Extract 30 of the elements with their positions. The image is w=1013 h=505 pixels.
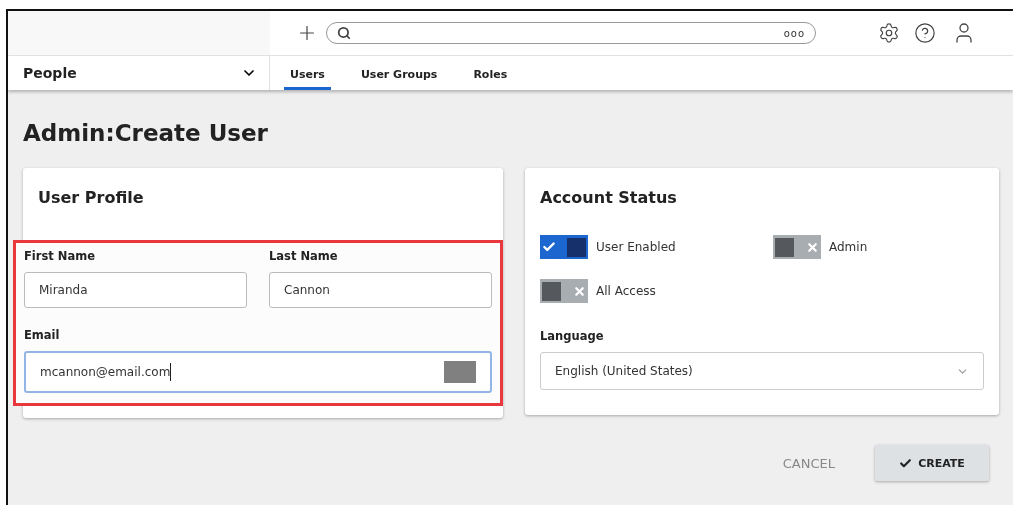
field-label: Last Name: [269, 249, 339, 263]
toggle-switch[interactable]: [540, 279, 588, 303]
settings-icon[interactable]: [878, 22, 900, 44]
toggle-label: All Access: [596, 284, 656, 298]
page-title: Admin:Create User: [23, 120, 269, 146]
check-icon: [899, 456, 913, 470]
toggle-switch[interactable]: [773, 235, 821, 259]
module-selector[interactable]: People: [8, 56, 270, 90]
input-field[interactable]: Miranda: [24, 272, 247, 308]
nav-tab[interactable]: Users: [284, 56, 331, 90]
search-icon: [337, 26, 351, 40]
toggle-label: User Enabled: [596, 240, 676, 254]
check-icon: [542, 240, 556, 254]
field-label: Email: [24, 328, 61, 342]
card-title: User Profile: [38, 188, 145, 207]
more-options[interactable]: ooo: [783, 27, 805, 39]
toggle-label: Admin: [829, 240, 868, 254]
field-label: First Name: [24, 249, 96, 263]
nav-tab[interactable]: User Groups: [354, 56, 444, 90]
language-select[interactable]: English (United States): [540, 352, 984, 390]
nav-tab[interactable]: Roles: [467, 56, 514, 90]
create-button[interactable]: CREATE: [875, 445, 989, 481]
toggle-switch[interactable]: [540, 235, 588, 259]
x-icon: [806, 240, 819, 254]
input-field[interactable]: mcannon@email.com: [24, 351, 492, 393]
input-field[interactable]: Cannon: [269, 272, 492, 308]
help-icon[interactable]: [914, 22, 936, 44]
field-label: Language: [540, 329, 605, 343]
x-icon: [573, 284, 586, 298]
card-title: Account Status: [540, 188, 678, 207]
